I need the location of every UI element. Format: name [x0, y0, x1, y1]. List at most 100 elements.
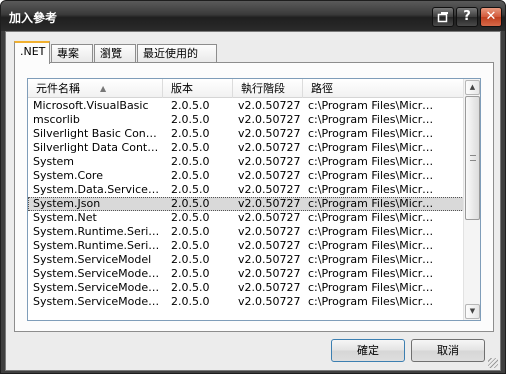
column-runtime[interactable]: 執行階段: [233, 79, 303, 98]
restore-icon: [437, 12, 448, 23]
cell-runtime: v2.0.50727: [238, 127, 301, 140]
tab-browse[interactable]: 瀏覽: [94, 44, 136, 63]
ok-button[interactable]: 確定: [331, 339, 405, 362]
cell-runtime: v2.0.50727: [238, 267, 301, 280]
list-item[interactable]: Silverlight Data Controls... 2.0.5.0 v2.0.…: [28, 141, 464, 155]
cell-version: 2.0.5.0: [171, 281, 210, 294]
cell-runtime: v2.0.50727: [238, 155, 301, 168]
cell-path: c:\Program Files\Micros...: [308, 113, 434, 126]
cell-component-name: System.ServiceModel.Web: [33, 295, 161, 308]
list-item[interactable]: Silverlight Basic Controls... 2.0.5.0 v2.0…: [28, 127, 464, 141]
cell-runtime: v2.0.50727: [238, 113, 301, 126]
cell-version: 2.0.5.0: [171, 267, 210, 280]
column-version[interactable]: 版本: [163, 79, 233, 98]
close-icon: ✕: [485, 9, 497, 24]
cell-path: c:\Program Files\Micros...: [308, 253, 434, 266]
cell-component-name: System.ServiceModel.P...: [33, 267, 161, 280]
grip-icon: [470, 155, 476, 161]
cell-version: 2.0.5.0: [171, 253, 210, 266]
list-header: 元件名稱 ▲ 版本 執行階段 路徑: [28, 79, 464, 98]
cell-version: 2.0.5.0: [171, 155, 210, 168]
cell-version: 2.0.5.0: [171, 225, 210, 238]
cell-version: 2.0.5.0: [171, 127, 210, 140]
list-item[interactable]: System.Net 2.0.5.0 v2.0.50727 c:\Program Fi…: [28, 211, 464, 225]
column-label: 元件名稱: [36, 82, 80, 95]
tab-dotnet[interactable]: .NET: [14, 41, 50, 64]
cell-path: c:\Program Files\Micros...: [308, 127, 434, 140]
tab-projects[interactable]: 專案: [51, 44, 93, 63]
cell-version: 2.0.5.0: [171, 295, 210, 308]
scrollbar-thumb[interactable]: [465, 96, 480, 220]
resize-grip-icon[interactable]: [488, 358, 498, 368]
dialog-client-area: .NET 專案 瀏覽 最近使用的 元件名稱 ▲ 版本 執行階段 路徑 Micro…: [5, 31, 501, 371]
list-item[interactable]: System.ServiceModel 2.0.5.0 v2.0.50727 c:\P…: [28, 253, 464, 267]
cell-path: c:\Program Files\Micros...: [308, 225, 434, 238]
cancel-button[interactable]: 取消: [411, 339, 485, 362]
list-item[interactable]: System.Json 2.0.5.0 v2.0.50727 c:\Program F…: [28, 197, 464, 211]
cell-runtime: v2.0.50727: [238, 197, 301, 210]
column-component-name[interactable]: 元件名稱 ▲: [28, 79, 163, 98]
list-body: Microsoft.VisualBasic 2.0.5.0 v2.0.50727 c:…: [28, 99, 464, 309]
cell-component-name: System.Net: [33, 211, 97, 224]
cell-path: c:\Program Files\Micros...: [308, 141, 434, 154]
sort-ascending-icon: ▲: [100, 84, 107, 93]
scroll-down-arrow-icon[interactable]: ▼: [465, 304, 480, 319]
cell-component-name: System.Data.Services....: [33, 183, 161, 196]
cell-component-name: Silverlight Data Controls...: [33, 141, 161, 154]
cell-path: c:\Program Files\Micros...: [308, 295, 434, 308]
list-item[interactable]: System 2.0.5.0 v2.0.50727 c:\Program Files\…: [28, 155, 464, 169]
cell-runtime: v2.0.50727: [238, 225, 301, 238]
cell-runtime: v2.0.50727: [238, 169, 301, 182]
list-item[interactable]: System.Core 2.0.5.0 v2.0.50727 c:\Program F…: [28, 169, 464, 183]
cell-version: 2.0.5.0: [171, 239, 210, 252]
list-item[interactable]: System.ServiceModel.Web 2.0.5.0 v2.0.50727…: [28, 295, 464, 309]
cell-path: c:\Program Files\Micros...: [308, 211, 434, 224]
cell-component-name: Silverlight Basic Controls...: [33, 127, 161, 140]
dialog-title: 加入參考: [9, 11, 58, 25]
list-item[interactable]: System.Data.Services.... 2.0.5.0 v2.0.5072…: [28, 183, 464, 197]
list-item[interactable]: System.Runtime.Serializ... 2.0.5.0 v2.0.50…: [28, 225, 464, 239]
cell-runtime: v2.0.50727: [238, 99, 301, 112]
cell-runtime: v2.0.50727: [238, 239, 301, 252]
cell-runtime: v2.0.50727: [238, 211, 301, 224]
tab-recent[interactable]: 最近使用的: [137, 44, 217, 63]
list-item[interactable]: System.Runtime.Serializ... 2.0.5.0 v2.0.50…: [28, 239, 464, 253]
cell-path: c:\Program Files\Micros...: [308, 99, 434, 112]
cell-version: 2.0.5.0: [171, 183, 210, 196]
cell-component-name: System.Json: [33, 197, 101, 210]
cell-version: 2.0.5.0: [171, 99, 210, 112]
cell-runtime: v2.0.50727: [238, 295, 301, 308]
list-item[interactable]: Microsoft.VisualBasic 2.0.5.0 v2.0.50727 c:…: [28, 99, 464, 113]
cell-runtime: v2.0.50727: [238, 183, 301, 196]
list-item[interactable]: System.ServiceModel.P... 2.0.5.0 v2.0.5072…: [28, 267, 464, 281]
cell-component-name: System.Core: [33, 169, 103, 182]
cell-runtime: v2.0.50727: [238, 281, 301, 294]
cell-path: c:\Program Files\Micros...: [308, 281, 434, 294]
cell-version: 2.0.5.0: [171, 141, 210, 154]
cell-version: 2.0.5.0: [171, 169, 210, 182]
help-button[interactable]: ?: [456, 7, 478, 27]
cell-path: c:\Program Files\Micros...: [308, 183, 434, 196]
restore-button[interactable]: [432, 7, 454, 27]
cell-path: c:\Program Files\Micros...: [308, 267, 434, 280]
cell-version: 2.0.5.0: [171, 211, 210, 224]
tab-panel-dotnet: 元件名稱 ▲ 版本 執行階段 路徑 Microsoft.VisualBasic 2…: [14, 62, 494, 332]
scroll-up-arrow-icon[interactable]: ▲: [465, 80, 480, 95]
column-path[interactable]: 路徑: [303, 79, 464, 98]
cell-component-name: System.ServiceModel.S...: [33, 281, 161, 294]
add-reference-dialog: 加入參考 ? ✕ .NET 專案 瀏覽 最近使用的 元件名稱 ▲ 版本 執行階段…: [0, 0, 506, 374]
cell-version: 2.0.5.0: [171, 197, 210, 210]
cell-component-name: System.Runtime.Serializ...: [33, 239, 161, 252]
vertical-scrollbar[interactable]: ▲ ▼: [463, 79, 480, 320]
cell-component-name: mscorlib: [33, 113, 80, 126]
list-item[interactable]: System.ServiceModel.S... 2.0.5.0 v2.0.5072…: [28, 281, 464, 295]
title-bar[interactable]: 加入參考 ? ✕: [1, 1, 505, 31]
cell-component-name: Microsoft.VisualBasic: [33, 99, 149, 112]
cell-path: c:\Program Files\Micros...: [308, 155, 434, 168]
close-button[interactable]: ✕: [480, 7, 502, 27]
list-item[interactable]: mscorlib 2.0.5.0 v2.0.50727 c:\Program File…: [28, 113, 464, 127]
component-list[interactable]: 元件名稱 ▲ 版本 執行階段 路徑 Microsoft.VisualBasic 2…: [27, 78, 481, 321]
cell-path: c:\Program Files\Micros...: [308, 197, 434, 210]
cell-component-name: System.Runtime.Serializ...: [33, 225, 161, 238]
cell-component-name: System.ServiceModel: [33, 253, 152, 266]
